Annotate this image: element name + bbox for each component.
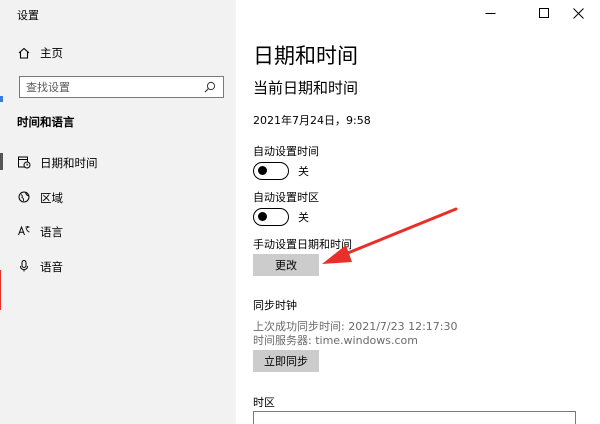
settings-window: 设置 主页 查找设置 时间和语言 日期和时间 区域 语言 语音 日期和时间 当前… (0, 0, 600, 424)
globe-icon (17, 190, 31, 204)
toggle-knob (258, 166, 267, 175)
sync-heading: 同步时钟 (253, 299, 297, 312)
toggle-switch[interactable] (253, 162, 289, 180)
auto-timezone-label: 自动设置时区 (253, 191, 319, 204)
time-server-text: 时间服务器: time.windows.com (253, 334, 419, 347)
sidebar-item-region[interactable]: 区域 (0, 184, 236, 210)
current-datetime: 2021年7月24日，9:58 (253, 114, 371, 127)
home-icon (17, 46, 31, 60)
home-label: 主页 (40, 46, 63, 60)
sidebar-item-label: 语音 (40, 260, 63, 274)
microphone-icon (17, 259, 31, 273)
calendar-clock-icon (17, 155, 31, 169)
toggle-state: 关 (298, 211, 309, 224)
window-title: 设置 (17, 9, 39, 22)
auto-timezone-toggle[interactable]: 关 (253, 208, 309, 226)
main-panel: 日期和时间 当前日期和时间 2021年7月24日，9:58 自动设置时间 关 自… (236, 0, 600, 424)
toggle-knob (258, 212, 267, 221)
section-heading: 时间和语言 (17, 115, 75, 129)
search-input[interactable]: 查找设置 (19, 76, 224, 98)
edge-artifact (0, 270, 3, 310)
sidebar-item-language[interactable]: 语言 (0, 218, 236, 244)
auto-time-toggle[interactable]: 关 (253, 162, 309, 180)
manual-datetime-label: 手动设置日期和时间 (253, 238, 352, 251)
change-button[interactable]: 更改 (253, 254, 319, 276)
active-indicator (0, 153, 3, 170)
sync-now-button[interactable]: 立即同步 (253, 350, 319, 372)
sidebar-item-label: 语言 (40, 225, 63, 239)
sidebar-item-date-time[interactable]: 日期和时间 (0, 149, 236, 175)
timezone-select[interactable] (253, 411, 576, 424)
sidebar-item-label: 日期和时间 (40, 156, 98, 170)
page-title: 日期和时间 (253, 44, 358, 68)
sidebar-item-speech[interactable]: 语音 (0, 253, 236, 279)
toggle-switch[interactable] (253, 208, 289, 226)
search-placeholder: 查找设置 (26, 81, 70, 94)
toggle-state: 关 (298, 165, 309, 178)
sidebar-item-label: 区域 (40, 191, 63, 205)
search-icon[interactable] (203, 80, 217, 94)
home-link[interactable]: 主页 (17, 44, 63, 62)
edge-artifact (0, 96, 3, 102)
language-icon (17, 224, 31, 238)
sidebar: 设置 主页 查找设置 时间和语言 日期和时间 区域 语言 语音 (0, 0, 236, 424)
auto-time-label: 自动设置时间 (253, 145, 319, 158)
current-datetime-heading: 当前日期和时间 (253, 79, 359, 97)
timezone-heading: 时区 (253, 396, 275, 409)
